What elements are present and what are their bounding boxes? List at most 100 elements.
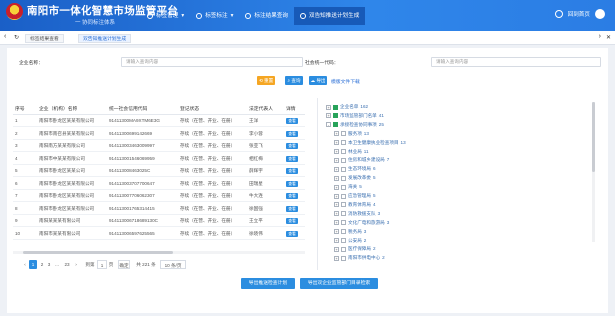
tree-node[interactable]: + 公安局 2: [334, 238, 366, 244]
expand-icon[interactable]: +: [334, 149, 339, 154]
expand-icon[interactable]: +: [334, 202, 339, 208]
expand-icon[interactable]: +: [334, 184, 339, 190]
tree-checkbox[interactable]: [341, 184, 346, 190]
credit-code-input[interactable]: 请输入查询内容: [431, 57, 601, 67]
view-detail-button[interactable]: 查看: [286, 143, 298, 149]
download-template-link[interactable]: 模版文件下载: [331, 78, 360, 85]
table-row[interactable]: 2 南阳市南召县某某有限公司 91411300699142669 存续（在营、开业、在…: [13, 128, 305, 140]
tree-checkbox[interactable]: [341, 131, 346, 137]
expand-icon[interactable]: +: [334, 229, 339, 235]
export-button[interactable]: ☁ 导出: [309, 76, 327, 85]
page-1[interactable]: 1: [29, 260, 37, 269]
view-detail-button[interactable]: 查看: [286, 193, 298, 199]
tree-node[interactable]: + 住房和城乡建设局 7: [334, 157, 389, 163]
tree-checkbox[interactable]: [341, 246, 346, 252]
goto-confirm-button[interactable]: 确定: [118, 260, 130, 269]
tabs-next-icon[interactable]: ›: [599, 33, 601, 40]
tree-node[interactable]: + 文化广电和旅游局 3: [334, 220, 389, 226]
tree-node[interactable]: - 承接检查协同事项 25: [326, 122, 384, 128]
nav-item-0[interactable]: 标签管理 ▾: [141, 7, 190, 25]
tree-node[interactable]: + 医疗保障局 2: [334, 246, 376, 252]
tree-node[interactable]: + 教育体育局 4: [334, 202, 376, 208]
table-row[interactable]: 4 南阳市中某某有限公司 914113001546069959 存续（在营、开业、在册…: [13, 153, 305, 165]
expand-icon[interactable]: +: [334, 157, 339, 163]
table-row[interactable]: 9 南阳某某某有限公司 914113006718689130C 存续（在营、开业、在册…: [13, 215, 305, 227]
view-detail-button[interactable]: 查看: [286, 118, 298, 124]
tree-checkbox[interactable]: [341, 140, 346, 146]
tree-node[interactable]: + 税务局 3: [334, 229, 366, 235]
table-horizontal-scrollbar[interactable]: [13, 251, 305, 254]
tree-checkbox[interactable]: [341, 149, 346, 154]
collapse-icon[interactable]: -: [326, 122, 331, 128]
expand-icon[interactable]: +: [334, 140, 339, 146]
tree-checkbox[interactable]: [341, 229, 346, 235]
refresh-icon[interactable]: ↻: [14, 34, 19, 41]
table-row[interactable]: 3 南阳南方某某有限公司 914113003463009997 存续（在营、开业、在册…: [13, 140, 305, 152]
tree-checkbox[interactable]: [341, 220, 346, 226]
view-detail-button[interactable]: 查看: [286, 218, 298, 224]
tree-checkbox[interactable]: [333, 104, 338, 110]
tabs-prev-icon[interactable]: ‹: [4, 33, 6, 40]
tree-node[interactable]: + 本卫生健康执业检查项目 13: [334, 140, 406, 146]
home-link[interactable]: 回到首页: [568, 10, 590, 18]
view-detail-button[interactable]: 查看: [286, 155, 298, 162]
table-row[interactable]: 1 南阳市卧龙区某某有限公司 91411300MA9XTM6E3G 存续（在营、开业、…: [13, 115, 305, 127]
page-size-select[interactable]: 10 条/页: [160, 260, 186, 269]
expand-icon[interactable]: +: [334, 238, 339, 243]
page-2[interactable]: 2: [39, 260, 45, 269]
nav-item-1[interactable]: 标签标注 ▾: [190, 7, 239, 25]
tree-checkbox[interactable]: [333, 113, 338, 119]
table-row[interactable]: 5 南阳市卧龙区某某公司 914113008463025C 存续（在营、开业、在册） 薛…: [13, 165, 305, 177]
tree-node[interactable]: + 消防救援支队 3: [334, 211, 380, 217]
search-button[interactable]: ⌕ 查询: [285, 76, 303, 85]
tree-node[interactable]: + 南阳市供电中心 2: [334, 255, 385, 261]
goto-page-input[interactable]: 1: [97, 260, 107, 269]
expand-icon[interactable]: +: [334, 193, 339, 199]
expand-icon[interactable]: +: [334, 211, 339, 217]
reset-button[interactable]: ⟲ 重置: [257, 76, 275, 85]
export-plan-button[interactable]: 导出推送检查计划: [241, 278, 295, 289]
home-icon[interactable]: [554, 10, 563, 18]
tree-node[interactable]: + 应急管理局 5: [334, 193, 376, 199]
table-row[interactable]: 6 南阳市卧龙区某某有限公司 914113003707700647 存续（在营、开业、…: [13, 178, 305, 190]
tree-node[interactable]: + 企业名单 162: [326, 104, 368, 110]
tree-node[interactable]: + 林业局 11: [334, 149, 369, 155]
tree-checkbox[interactable]: [333, 122, 338, 128]
expand-icon[interactable]: +: [334, 175, 339, 181]
export-dept-button[interactable]: 导出双企业监管部门目录检索: [300, 278, 378, 289]
user-avatar-icon[interactable]: [595, 9, 605, 19]
tree-checkbox[interactable]: [341, 157, 346, 163]
view-detail-button[interactable]: 查看: [286, 130, 298, 137]
expand-icon[interactable]: +: [334, 246, 339, 252]
nav-item-3[interactable]: 双告知推送计划生成: [293, 7, 366, 25]
page-last[interactable]: 23: [63, 260, 71, 269]
expand-icon[interactable]: +: [334, 131, 339, 137]
table-row[interactable]: 8 南阳市卧龙区某某有限公司 914113001765314415 存续（在营、开业、…: [13, 203, 305, 215]
tree-checkbox[interactable]: [341, 238, 346, 243]
tree-node[interactable]: + 发展改革委 5: [334, 175, 376, 181]
next-page-icon[interactable]: ›: [73, 260, 79, 269]
tree-checkbox[interactable]: [341, 202, 346, 208]
view-detail-button[interactable]: 查看: [286, 205, 298, 212]
expand-icon[interactable]: +: [334, 255, 339, 261]
tree-checkbox[interactable]: [341, 166, 346, 172]
tree-checkbox[interactable]: [341, 175, 346, 181]
table-row[interactable]: 10 南阳市某某有限公司 914113006597625565 存续（在营、开业、在册…: [13, 228, 305, 240]
view-detail-button[interactable]: 查看: [286, 230, 298, 237]
page-3[interactable]: 3: [46, 260, 52, 269]
expand-icon[interactable]: +: [334, 220, 339, 226]
expand-icon[interactable]: +: [334, 166, 339, 172]
close-all-icon[interactable]: ✕: [606, 34, 611, 41]
tree-node[interactable]: + 服务项 13: [334, 131, 369, 137]
tab-push-plan[interactable]: 双告知推送计划生成: [78, 34, 132, 43]
table-row[interactable]: 7 南阳市卧龙区某某有限公司 914113007706062307 存续（在营、开业、…: [13, 190, 305, 202]
tree-node[interactable]: + 市场监管部门名单 41: [326, 113, 384, 119]
view-detail-button[interactable]: 查看: [286, 180, 298, 187]
tab-label-results[interactable]: 标签结果查看: [25, 34, 64, 43]
prev-page-icon[interactable]: ‹: [22, 260, 28, 269]
tree-node[interactable]: + 海关 5: [334, 184, 362, 190]
tree-checkbox[interactable]: [341, 193, 346, 199]
company-search-input[interactable]: 请输入查询内容: [121, 57, 303, 67]
tree-scrollbar[interactable]: [592, 102, 595, 242]
tree-checkbox[interactable]: [341, 255, 346, 261]
